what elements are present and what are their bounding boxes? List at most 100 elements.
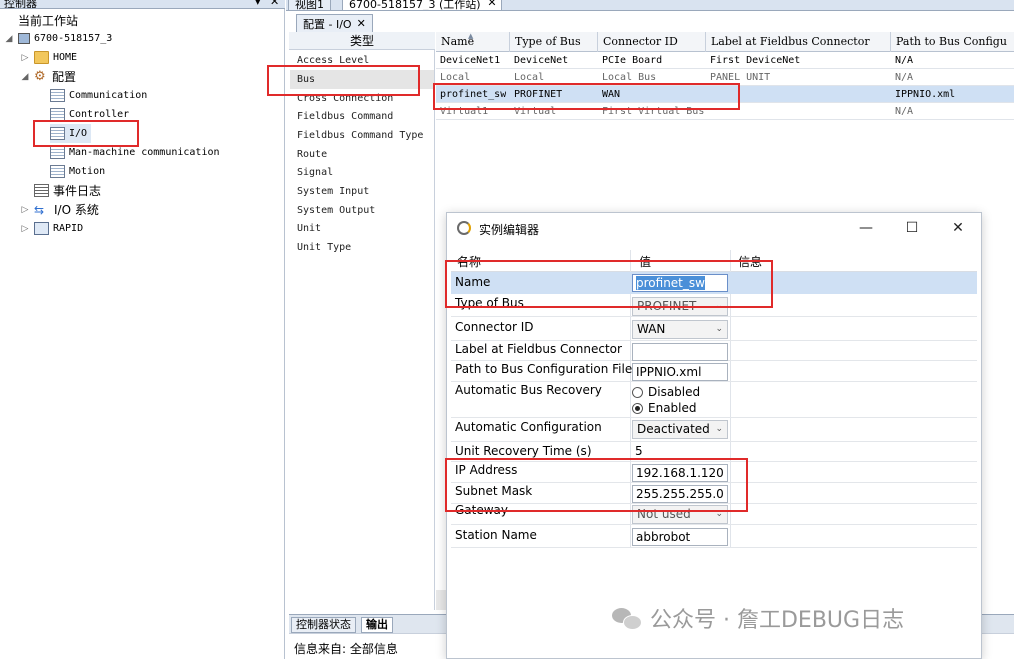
type-item-cross-connection[interactable]: Cross Connection [297, 89, 393, 108]
expand-arrow-icon[interactable]: ▷ [20, 205, 30, 215]
radio-disabled[interactable]: Disabled [632, 385, 700, 399]
tree-item-man-machine[interactable]: Man-machine communication [50, 143, 220, 162]
expand-arrow-icon[interactable]: ▷ [20, 53, 30, 63]
table-row-selected[interactable]: profinet_sw PROFINET WAN IPPNIO.xml [436, 86, 1014, 103]
property-label: Path to Bus Configuration File [455, 362, 633, 376]
station-name-field[interactable]: abbrobot [632, 528, 728, 546]
tree-item-controller-config[interactable]: Controller [50, 105, 129, 124]
close-icon[interactable]: ✕ [487, 0, 496, 9]
column-header-path[interactable]: Path to Bus Configu [891, 32, 1014, 52]
type-item-fieldbus-command[interactable]: Fieldbus Command [297, 107, 393, 126]
tree-item-home[interactable]: ▷ HOME [20, 48, 77, 67]
property-label: Label at Fieldbus Connector [455, 342, 622, 356]
table-cell: IPPNIO.xml [895, 89, 956, 100]
close-icon[interactable]: ✕ [357, 17, 366, 30]
collapse-arrow-icon[interactable]: ◢ [20, 72, 30, 82]
type-item-route[interactable]: Route [297, 145, 327, 164]
type-of-bus-select[interactable]: PROFINET ⌄ [632, 297, 728, 316]
ip-address-field[interactable]: 192.168.1.120 [632, 464, 728, 482]
table-cell: WAN [602, 89, 621, 100]
tree-item-label: I/O 系统 [54, 203, 99, 217]
type-list-header: 类型 [289, 32, 435, 50]
gateway-select[interactable]: Not used ⌄ [632, 505, 728, 524]
dialog-titlebar[interactable]: 实例编辑器 — ☐ ✕ [447, 213, 981, 245]
config-gear-icon: ⚙ [34, 68, 46, 84]
tree-item-io-system[interactable]: ▷ ⇆ I/O 系统 [20, 200, 99, 219]
column-header-type-of-bus[interactable]: Type of Bus [510, 32, 598, 52]
subnet-mask-field[interactable]: 255.255.255.0 [632, 485, 728, 503]
tab-output[interactable]: 输出 [361, 617, 393, 633]
table-row[interactable]: Local Local Local Bus PANEL UNIT N/A [436, 69, 1014, 86]
table-cell: First DeviceNet [710, 55, 801, 66]
tree-item-label: 配置 [52, 70, 77, 84]
auto-config-select[interactable]: Deactivated ⌄ [632, 420, 728, 439]
table-cell: Virtual [514, 106, 557, 117]
unit-recovery-field[interactable]: 5 [632, 443, 728, 461]
table-cell [706, 86, 710, 103]
tab-config-io[interactable]: 配置 - I/O ✕ [296, 14, 373, 32]
controller-icon [18, 33, 30, 44]
instance-editor-dialog: 实例编辑器 — ☐ ✕ 名称 值 信息 Name profinet_sw Typ… [446, 212, 982, 659]
label-fieldbus-field[interactable] [632, 343, 728, 361]
connector-id-select[interactable]: WAN ⌄ [632, 320, 728, 339]
tree-item-controller[interactable]: ◢ 6700-518157_3 [4, 29, 112, 48]
table-row[interactable]: DeviceNet1 DeviceNet PCIe Board First De… [436, 52, 1014, 69]
panel-pin-icon[interactable]: ▾ [255, 0, 261, 8]
tree-item-communication[interactable]: Communication [50, 86, 147, 105]
property-label: Subnet Mask [455, 484, 533, 498]
type-item-access-level[interactable]: Access Level [297, 51, 369, 70]
property-label: Gateway [455, 503, 509, 517]
rapid-icon [34, 222, 49, 235]
tab-view1[interactable]: 视图1 [288, 0, 331, 10]
column-header-connector-id[interactable]: Connector ID [598, 32, 706, 52]
tree-item-motion[interactable]: Motion [50, 162, 105, 181]
type-item-bus[interactable]: Bus [297, 70, 315, 89]
chevron-down-icon: ⌄ [715, 509, 723, 519]
minimize-icon[interactable]: — [856, 218, 876, 238]
property-label: Automatic Bus Recovery [455, 383, 602, 397]
property-grid-header: 名称 值 信息 [451, 250, 977, 272]
tree-item-event-log[interactable]: 事件日志 [34, 181, 101, 200]
type-item-unit-type[interactable]: Unit Type [297, 238, 351, 257]
table-cell: First Virtual Bus [602, 106, 705, 117]
name-field[interactable]: profinet_sw [632, 274, 728, 292]
sort-arrow-icon: ▲ [468, 32, 474, 40]
table-row[interactable]: Virtual1 Virtual First Virtual Bus N/A [436, 103, 1014, 120]
column-header-label-fieldbus[interactable]: Label at Fieldbus Connector [706, 32, 891, 52]
maximize-icon[interactable]: ☐ [902, 218, 922, 238]
chevron-down-icon: ⌄ [715, 324, 723, 334]
close-icon[interactable]: ✕ [948, 218, 968, 238]
type-item-fieldbus-command-type[interactable]: Fieldbus Command Type [297, 126, 423, 145]
radio-enabled[interactable]: Enabled [632, 401, 697, 415]
panel-close-icon[interactable]: ✕ [270, 0, 279, 8]
tree-item-label: 6700-518157_3 [34, 33, 113, 44]
type-item-unit[interactable]: Unit [297, 219, 321, 238]
type-item-system-output[interactable]: System Output [297, 201, 375, 220]
tree-item-label: RAPID [53, 223, 84, 234]
horizontal-scrollbar-stub[interactable] [436, 590, 446, 610]
column-header-name[interactable]: Name ▲ [436, 32, 510, 52]
table-icon [50, 146, 65, 159]
path-field[interactable]: IPPNIO.xml [632, 363, 728, 381]
table-icon [50, 108, 65, 121]
tab-controller-status[interactable]: 控制器状态 [291, 617, 356, 633]
expand-arrow-icon[interactable]: ▷ [20, 224, 30, 234]
property-label: Station Name [455, 528, 537, 542]
collapse-arrow-icon[interactable]: ◢ [4, 34, 14, 44]
tree-item-label: Motion [69, 166, 106, 177]
table-cell: Local [514, 72, 545, 83]
chevron-down-icon: ⌄ [715, 424, 723, 434]
type-item-signal[interactable]: Signal [297, 163, 333, 182]
type-item-system-input[interactable]: System Input [297, 182, 369, 201]
controller-panel-title: 控制器 [4, 0, 37, 9]
table-cell [706, 103, 710, 120]
tree-item-io[interactable]: I/O [50, 124, 92, 143]
tree-item-label: Controller [69, 109, 130, 120]
document-tabs: 视图1 6700-518157_3 (工作站) ✕ [286, 0, 1014, 11]
tab-station[interactable]: 6700-518157_3 (工作站) ✕ [342, 0, 502, 10]
tree-item-config[interactable]: ◢ ⚙ 配置 [20, 67, 76, 86]
name-field-selected-text: profinet_sw [636, 276, 705, 290]
tree-item-rapid[interactable]: ▷ RAPID [20, 219, 83, 238]
select-value: Not used [637, 507, 691, 521]
tree-item-label: Man-machine communication [69, 147, 220, 158]
